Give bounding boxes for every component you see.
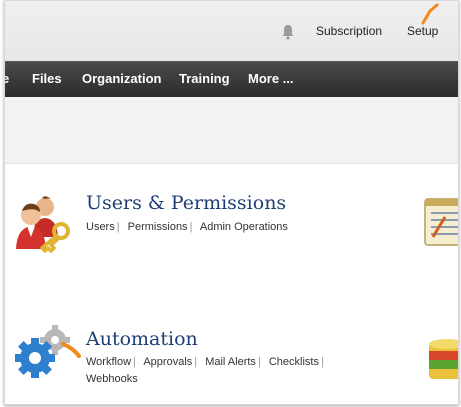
link-separator: | — [194, 356, 198, 368]
link-separator: | — [257, 356, 261, 368]
users-keys-icon — [16, 196, 70, 253]
link-separator: | — [320, 356, 324, 368]
automation-title[interactable]: Automation — [86, 328, 198, 350]
link-separator: | — [116, 221, 120, 233]
checklists-link[interactable]: Checklists — [269, 356, 319, 368]
users-permissions-title[interactable]: Users & Permissions — [86, 192, 286, 214]
gears-icon — [15, 325, 81, 378]
subheader-band — [5, 97, 458, 164]
notepad-icon — [424, 198, 458, 246]
nav-item-training[interactable]: Training — [179, 71, 230, 86]
nav-item-partial[interactable]: e — [5, 71, 9, 86]
users-permissions-links: Users | Permissions | Admin Operations — [86, 219, 376, 236]
setup-link[interactable]: Setup — [407, 24, 438, 38]
top-utility-bar: Subscription Setup — [5, 1, 458, 61]
nav-item-more[interactable]: More ... — [248, 71, 294, 86]
link-separator: | — [189, 221, 193, 233]
permissions-link[interactable]: Permissions — [128, 221, 188, 233]
nav-item-files[interactable]: Files — [32, 71, 62, 86]
nav-item-organization[interactable]: Organization — [82, 71, 161, 86]
users-link[interactable]: Users — [86, 221, 115, 233]
highlight-marker-icon — [421, 3, 439, 25]
webhooks-link[interactable]: Webhooks — [86, 373, 138, 385]
database-icon — [429, 339, 458, 379]
approvals-link[interactable]: Approvals — [143, 356, 192, 368]
admin-operations-link[interactable]: Admin Operations — [200, 221, 288, 233]
link-separator: | — [133, 356, 136, 368]
app-window: Subscription Setup e Files Organization … — [4, 0, 459, 405]
workflow-link[interactable]: Workflow — [86, 356, 131, 368]
automation-links: Workflow | Approvals | Mail Alerts | Checkl… — [86, 354, 376, 388]
bell-icon[interactable] — [281, 24, 295, 40]
mail-alerts-link[interactable]: Mail Alerts — [205, 356, 256, 368]
subscription-link[interactable]: Subscription — [316, 24, 382, 38]
main-nav-bar: e Files Organization Training More ... — [5, 61, 458, 97]
